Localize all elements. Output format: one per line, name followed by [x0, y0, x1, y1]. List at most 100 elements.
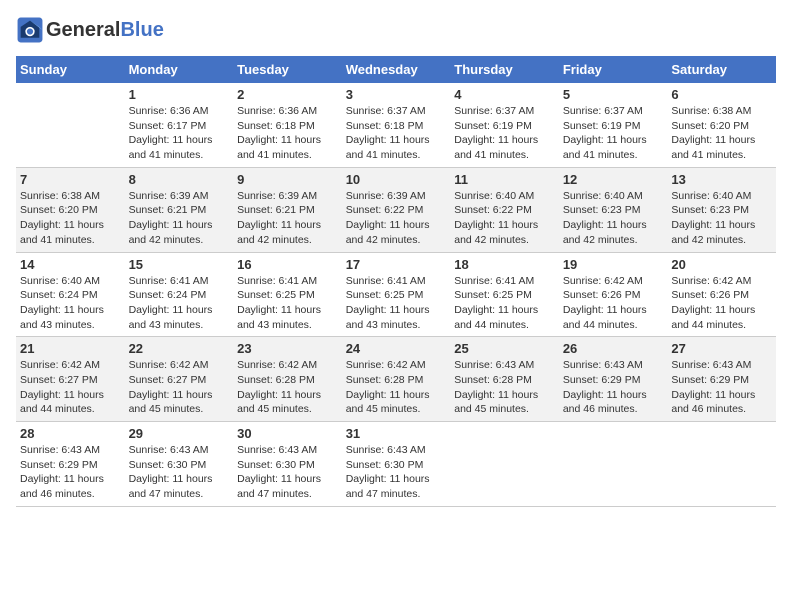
calendar-cell: 29Sunrise: 6:43 AM Sunset: 6:30 PM Dayli… — [125, 422, 234, 507]
day-info: Sunrise: 6:37 AM Sunset: 6:19 PM Dayligh… — [454, 104, 555, 163]
calendar-cell: 6 Sunrise: 6:38 AM Sunset: 6:20 PM Daylig… — [667, 83, 776, 167]
weekday-header-row: SundayMondayTuesdayWednesdayThursdayFrid… — [16, 56, 776, 83]
day-info: Sunrise: 6:39 AM Sunset: 6:22 PM Dayligh… — [346, 189, 447, 248]
day-info: Sunrise: 6:42 AM Sunset: 6:28 PM Dayligh… — [346, 358, 447, 417]
day-number: 7 — [20, 172, 121, 187]
calendar-cell: 8 Sunrise: 6:39 AM Sunset: 6:21 PM Daylig… — [125, 167, 234, 252]
day-number: 21 — [20, 341, 121, 356]
day-info: Sunrise: 6:43 AM Sunset: 6:30 PM Dayligh… — [346, 443, 447, 502]
week-row-1: 7 Sunrise: 6:38 AM Sunset: 6:20 PM Daylig… — [16, 167, 776, 252]
day-number: 11 — [454, 172, 555, 187]
logo: GeneralBlue — [16, 16, 164, 44]
calendar-cell: 14 Sunrise: 6:40 AM Sunset: 6:24 PM Dayli… — [16, 252, 125, 337]
calendar-cell: 27Sunrise: 6:43 AM Sunset: 6:29 PM Dayli… — [667, 337, 776, 422]
day-info: Sunrise: 6:37 AM Sunset: 6:19 PM Dayligh… — [563, 104, 664, 163]
calendar-cell: 16 Sunrise: 6:41 AM Sunset: 6:25 PM Dayli… — [233, 252, 342, 337]
calendar-cell: 11Sunrise: 6:40 AM Sunset: 6:22 PM Dayli… — [450, 167, 559, 252]
calendar-cell: 10 Sunrise: 6:39 AM Sunset: 6:22 PM Dayli… — [342, 167, 451, 252]
day-info: Sunrise: 6:42 AM Sunset: 6:27 PM Dayligh… — [20, 358, 121, 417]
day-info: Sunrise: 6:42 AM Sunset: 6:26 PM Dayligh… — [671, 274, 772, 333]
calendar-cell: 24 Sunrise: 6:42 AM Sunset: 6:28 PM Dayli… — [342, 337, 451, 422]
day-info: Sunrise: 6:42 AM Sunset: 6:26 PM Dayligh… — [563, 274, 664, 333]
day-info: Sunrise: 6:43 AM Sunset: 6:30 PM Dayligh… — [129, 443, 230, 502]
calendar-cell: 3 Sunrise: 6:37 AM Sunset: 6:18 PM Daylig… — [342, 83, 451, 167]
day-info: Sunrise: 6:43 AM Sunset: 6:29 PM Dayligh… — [563, 358, 664, 417]
day-info: Sunrise: 6:37 AM Sunset: 6:18 PM Dayligh… — [346, 104, 447, 163]
logo-icon — [16, 16, 44, 44]
day-info: Sunrise: 6:43 AM Sunset: 6:29 PM Dayligh… — [20, 443, 121, 502]
day-number: 16 — [237, 257, 338, 272]
day-info: Sunrise: 6:38 AM Sunset: 6:20 PM Dayligh… — [20, 189, 121, 248]
day-info: Sunrise: 6:41 AM Sunset: 6:24 PM Dayligh… — [129, 274, 230, 333]
day-info: Sunrise: 6:42 AM Sunset: 6:28 PM Dayligh… — [237, 358, 338, 417]
calendar-cell: 20 Sunrise: 6:42 AM Sunset: 6:26 PM Dayli… — [667, 252, 776, 337]
calendar-cell: 4 Sunrise: 6:37 AM Sunset: 6:19 PM Daylig… — [450, 83, 559, 167]
day-number: 28 — [20, 426, 121, 441]
day-number: 1 — [129, 87, 230, 102]
day-info: Sunrise: 6:41 AM Sunset: 6:25 PM Dayligh… — [346, 274, 447, 333]
calendar-cell: 12 Sunrise: 6:40 AM Sunset: 6:23 PM Dayli… — [559, 167, 668, 252]
day-number: 15 — [129, 257, 230, 272]
calendar-cell: 22 Sunrise: 6:42 AM Sunset: 6:27 PM Dayli… — [125, 337, 234, 422]
calendar-cell: 7 Sunrise: 6:38 AM Sunset: 6:20 PM Daylig… — [16, 167, 125, 252]
page-header: GeneralBlue — [16, 16, 776, 44]
calendar-cell — [667, 422, 776, 507]
day-number: 5 — [563, 87, 664, 102]
day-info: Sunrise: 6:42 AM Sunset: 6:27 PM Dayligh… — [129, 358, 230, 417]
weekday-header-thursday: Thursday — [450, 56, 559, 83]
weekday-header-monday: Monday — [125, 56, 234, 83]
week-row-4: 28 Sunrise: 6:43 AM Sunset: 6:29 PM Dayli… — [16, 422, 776, 507]
day-number: 27 — [671, 341, 772, 356]
day-number: 4 — [454, 87, 555, 102]
weekday-header-wednesday: Wednesday — [342, 56, 451, 83]
calendar-cell — [450, 422, 559, 507]
week-row-3: 21 Sunrise: 6:42 AM Sunset: 6:27 PM Dayli… — [16, 337, 776, 422]
day-number: 14 — [20, 257, 121, 272]
calendar-cell: 23Sunrise: 6:42 AM Sunset: 6:28 PM Dayli… — [233, 337, 342, 422]
day-number: 24 — [346, 341, 447, 356]
calendar-cell: 1 Sunrise: 6:36 AM Sunset: 6:17 PM Daylig… — [125, 83, 234, 167]
calendar-cell: 9 Sunrise: 6:39 AM Sunset: 6:21 PM Daylig… — [233, 167, 342, 252]
day-number: 22 — [129, 341, 230, 356]
day-info: Sunrise: 6:40 AM Sunset: 6:23 PM Dayligh… — [563, 189, 664, 248]
day-number: 18 — [454, 257, 555, 272]
calendar-cell: 28 Sunrise: 6:43 AM Sunset: 6:29 PM Dayli… — [16, 422, 125, 507]
day-number: 2 — [237, 87, 338, 102]
day-number: 19 — [563, 257, 664, 272]
day-number: 9 — [237, 172, 338, 187]
calendar-cell: 26 Sunrise: 6:43 AM Sunset: 6:29 PM Dayli… — [559, 337, 668, 422]
day-number: 10 — [346, 172, 447, 187]
day-info: Sunrise: 6:41 AM Sunset: 6:25 PM Dayligh… — [237, 274, 338, 333]
week-row-2: 14 Sunrise: 6:40 AM Sunset: 6:24 PM Dayli… — [16, 252, 776, 337]
day-info: Sunrise: 6:36 AM Sunset: 6:17 PM Dayligh… — [129, 104, 230, 163]
calendar-cell: 15 Sunrise: 6:41 AM Sunset: 6:24 PM Dayli… — [125, 252, 234, 337]
day-number: 12 — [563, 172, 664, 187]
weekday-header-sunday: Sunday — [16, 56, 125, 83]
day-number: 6 — [671, 87, 772, 102]
day-number: 20 — [671, 257, 772, 272]
day-info: Sunrise: 6:39 AM Sunset: 6:21 PM Dayligh… — [129, 189, 230, 248]
day-info: Sunrise: 6:41 AM Sunset: 6:25 PM Dayligh… — [454, 274, 555, 333]
logo-blue: Blue — [120, 19, 163, 41]
calendar-cell: 21 Sunrise: 6:42 AM Sunset: 6:27 PM Dayli… — [16, 337, 125, 422]
day-number: 3 — [346, 87, 447, 102]
calendar-cell: 18 Sunrise: 6:41 AM Sunset: 6:25 PM Dayli… — [450, 252, 559, 337]
logo-general: General — [46, 19, 120, 41]
calendar-cell — [16, 83, 125, 167]
day-info: Sunrise: 6:40 AM Sunset: 6:24 PM Dayligh… — [20, 274, 121, 333]
day-info: Sunrise: 6:39 AM Sunset: 6:21 PM Dayligh… — [237, 189, 338, 248]
day-info: Sunrise: 6:40 AM Sunset: 6:23 PM Dayligh… — [671, 189, 772, 248]
week-row-0: 1 Sunrise: 6:36 AM Sunset: 6:17 PM Daylig… — [16, 83, 776, 167]
calendar-cell: 25Sunrise: 6:43 AM Sunset: 6:28 PM Dayli… — [450, 337, 559, 422]
day-number: 31 — [346, 426, 447, 441]
calendar-cell: 13 Sunrise: 6:40 AM Sunset: 6:23 PM Dayli… — [667, 167, 776, 252]
day-number: 8 — [129, 172, 230, 187]
calendar-cell: 19 Sunrise: 6:42 AM Sunset: 6:26 PM Dayli… — [559, 252, 668, 337]
calendar-cell: 2Sunrise: 6:36 AM Sunset: 6:18 PM Daylig… — [233, 83, 342, 167]
day-number: 30 — [237, 426, 338, 441]
calendar-cell: 17Sunrise: 6:41 AM Sunset: 6:25 PM Dayli… — [342, 252, 451, 337]
day-info: Sunrise: 6:38 AM Sunset: 6:20 PM Dayligh… — [671, 104, 772, 163]
day-number: 13 — [671, 172, 772, 187]
day-number: 26 — [563, 341, 664, 356]
calendar-cell: 5 Sunrise: 6:37 AM Sunset: 6:19 PM Daylig… — [559, 83, 668, 167]
